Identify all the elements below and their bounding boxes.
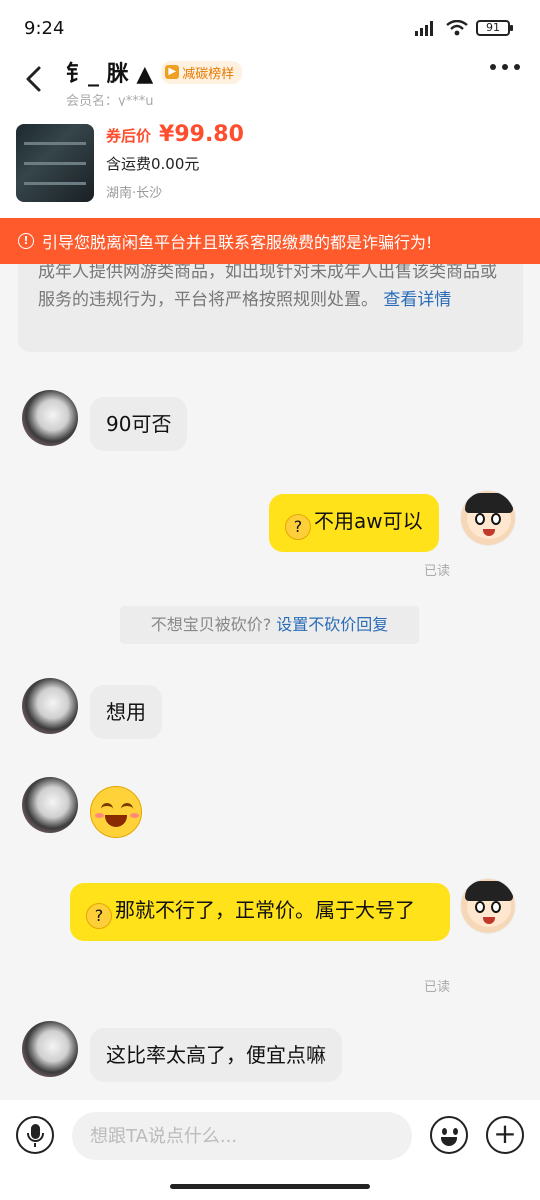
other-avatar[interactable] [22,1021,78,1077]
system-tip-text: 不想宝贝被砍价? [150,615,272,634]
message-bubble[interactable]: 90可否 [90,397,188,451]
warning-banner: ! 引导您脱离闲鱼平台并且联系客服缴费的都是诈骗行为! [0,218,540,264]
product-info: 券后价 ¥99.80 含运费0.00元 湖南·长沙 [106,122,244,201]
location: 湖南·长沙 [106,186,163,201]
status-bar: 9:24 91 [0,0,540,56]
thinking-emoji-icon: ? [86,903,112,929]
home-indicator[interactable] [170,1184,370,1189]
system-tip: 不想宝贝被砍价? 设置不砍价回复 [120,606,419,644]
message-bubble[interactable]: ? 不用aw可以 [269,494,439,552]
eco-badge-label: 减碳榜样 [182,66,235,82]
message-input[interactable] [72,1112,412,1160]
warning-icon: ! [18,233,34,249]
notice-details-link[interactable]: 查看详情 [383,290,451,310]
other-avatar[interactable] [22,678,78,734]
plus-icon[interactable]: + [486,1116,524,1154]
message-bubble[interactable]: 这比率太高了，便宜点嘛 [90,1028,342,1082]
leaf-icon: ▶ [165,65,180,79]
message-bubble[interactable]: ? 那就不行了，正常价。属于大号了 [70,883,450,941]
microphone-icon[interactable] [16,1116,54,1154]
price-label: 券后价 [106,127,152,145]
battery-icon: 91 [476,20,513,36]
seller-info[interactable]: 钅_ 脒 ▲ ▶ 减碳榜样 会员名：y***u [66,56,243,109]
other-avatar[interactable] [22,390,78,446]
status-icons: 91 [414,20,513,36]
read-status: 已读 [424,564,451,579]
more-icon[interactable] [490,64,520,70]
price: ¥99.80 [159,122,244,147]
self-avatar[interactable] [460,878,516,934]
wifi-icon [446,20,468,36]
message-text: 那就不行了，正常价。属于大号了 [115,898,415,922]
other-avatar[interactable] [22,777,78,833]
seller-name: 钅_ 脒 ▲ [66,62,154,87]
chat-header: 钅_ 脒 ▲ ▶ 减碳榜样 会员名：y***u [0,56,540,109]
shipping-fee: 含运费0.00元 [106,155,200,173]
signal-icon [415,21,433,36]
thinking-emoji-icon: ? [285,514,311,540]
no-bargain-setting-link[interactable]: 设置不砍价回复 [276,615,388,634]
product-card[interactable]: 券后价 ¥99.80 含运费0.00元 湖南·长沙 [0,106,540,218]
smile-emoji-icon[interactable] [90,786,142,838]
input-bar: + [0,1100,540,1200]
warning-text: 引导您脱离闲鱼平台并且联系客服缴费的都是诈骗行为! [42,233,433,252]
self-avatar[interactable] [460,490,516,546]
read-status: 已读 [424,980,451,995]
product-thumbnail[interactable] [16,124,94,202]
back-arrow-icon[interactable] [18,62,52,96]
eco-badge: ▶ 减碳榜样 [161,60,243,84]
message-text: 不用aw可以 [314,509,423,533]
status-time: 9:24 [24,18,65,39]
emoji-icon[interactable] [430,1116,468,1154]
message-bubble[interactable]: 想用 [90,685,162,739]
